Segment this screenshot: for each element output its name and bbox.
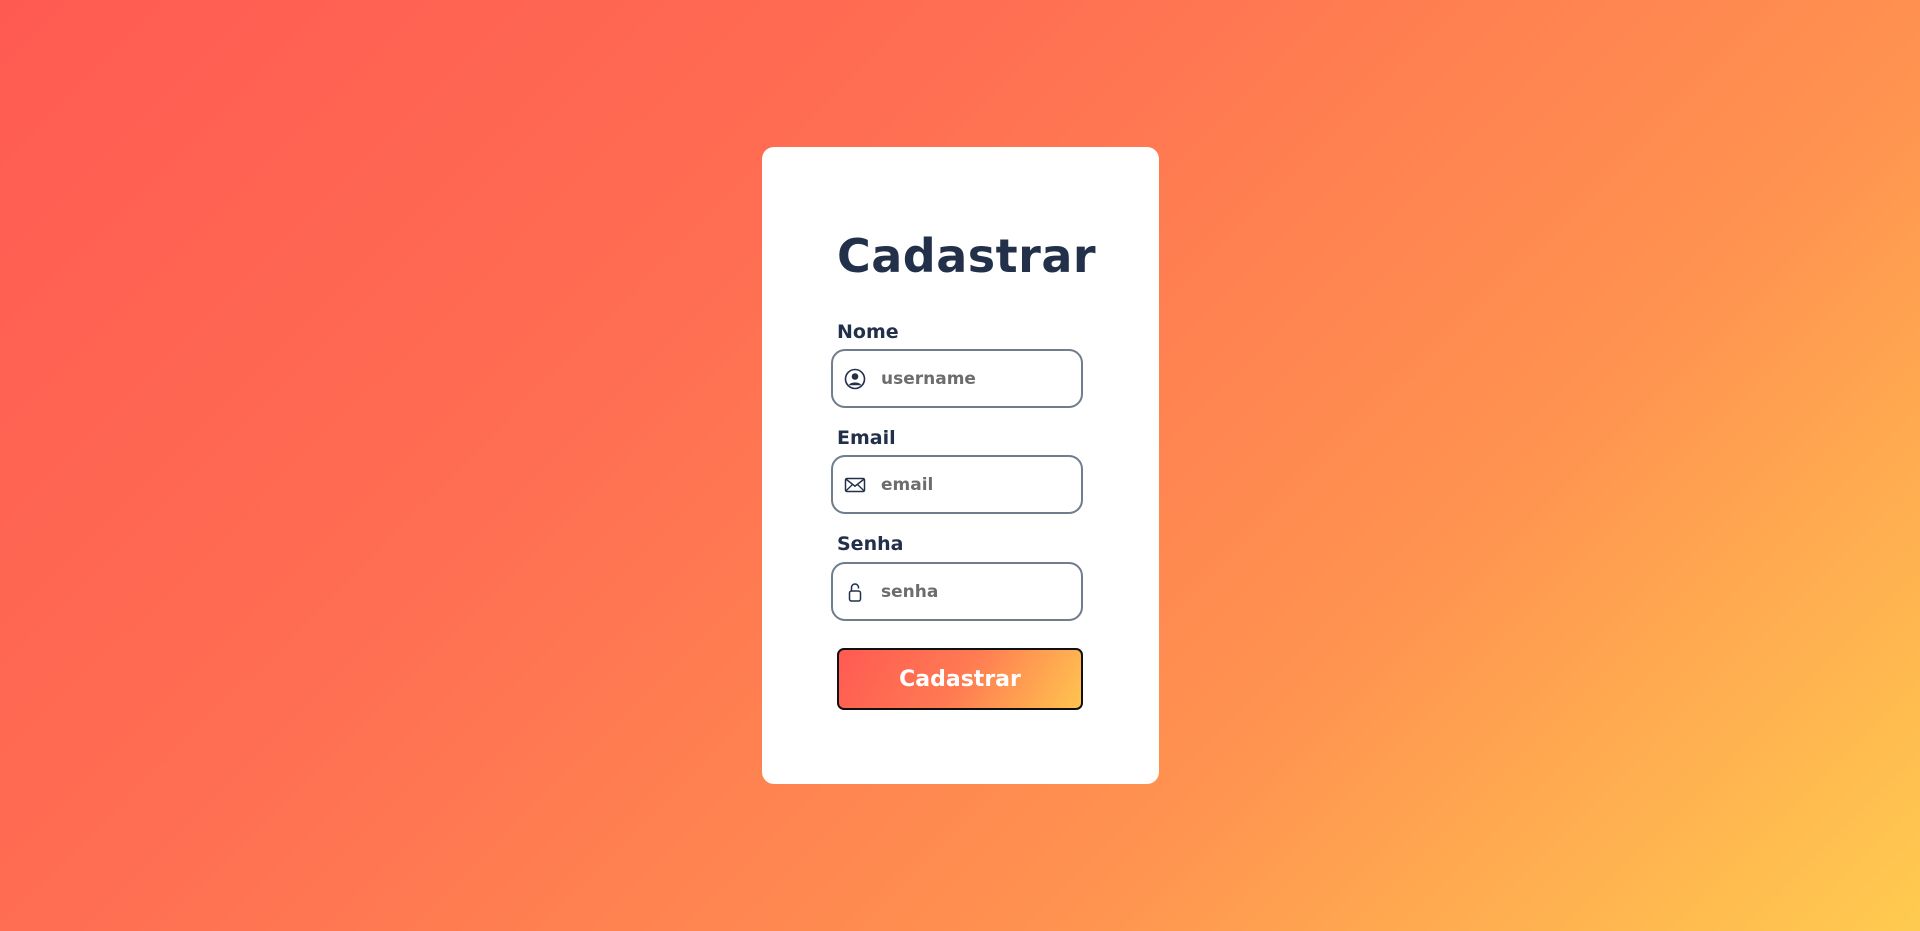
email-label: Email — [837, 427, 896, 449]
name-field[interactable] — [831, 349, 1083, 408]
user-circle-icon — [844, 368, 866, 390]
envelope-icon — [844, 474, 866, 496]
email-field[interactable] — [831, 455, 1083, 514]
name-label: Nome — [837, 321, 899, 343]
form-title: Cadastrar — [837, 229, 1097, 283]
name-input[interactable] — [881, 351, 1076, 406]
lock-icon — [844, 581, 866, 603]
email-input[interactable] — [881, 457, 1076, 512]
password-label: Senha — [837, 533, 904, 555]
register-card: Cadastrar Nome Email Senha — [762, 147, 1159, 784]
password-input[interactable] — [881, 564, 1076, 619]
register-button[interactable]: Cadastrar — [837, 648, 1083, 710]
password-field[interactable] — [831, 562, 1083, 621]
